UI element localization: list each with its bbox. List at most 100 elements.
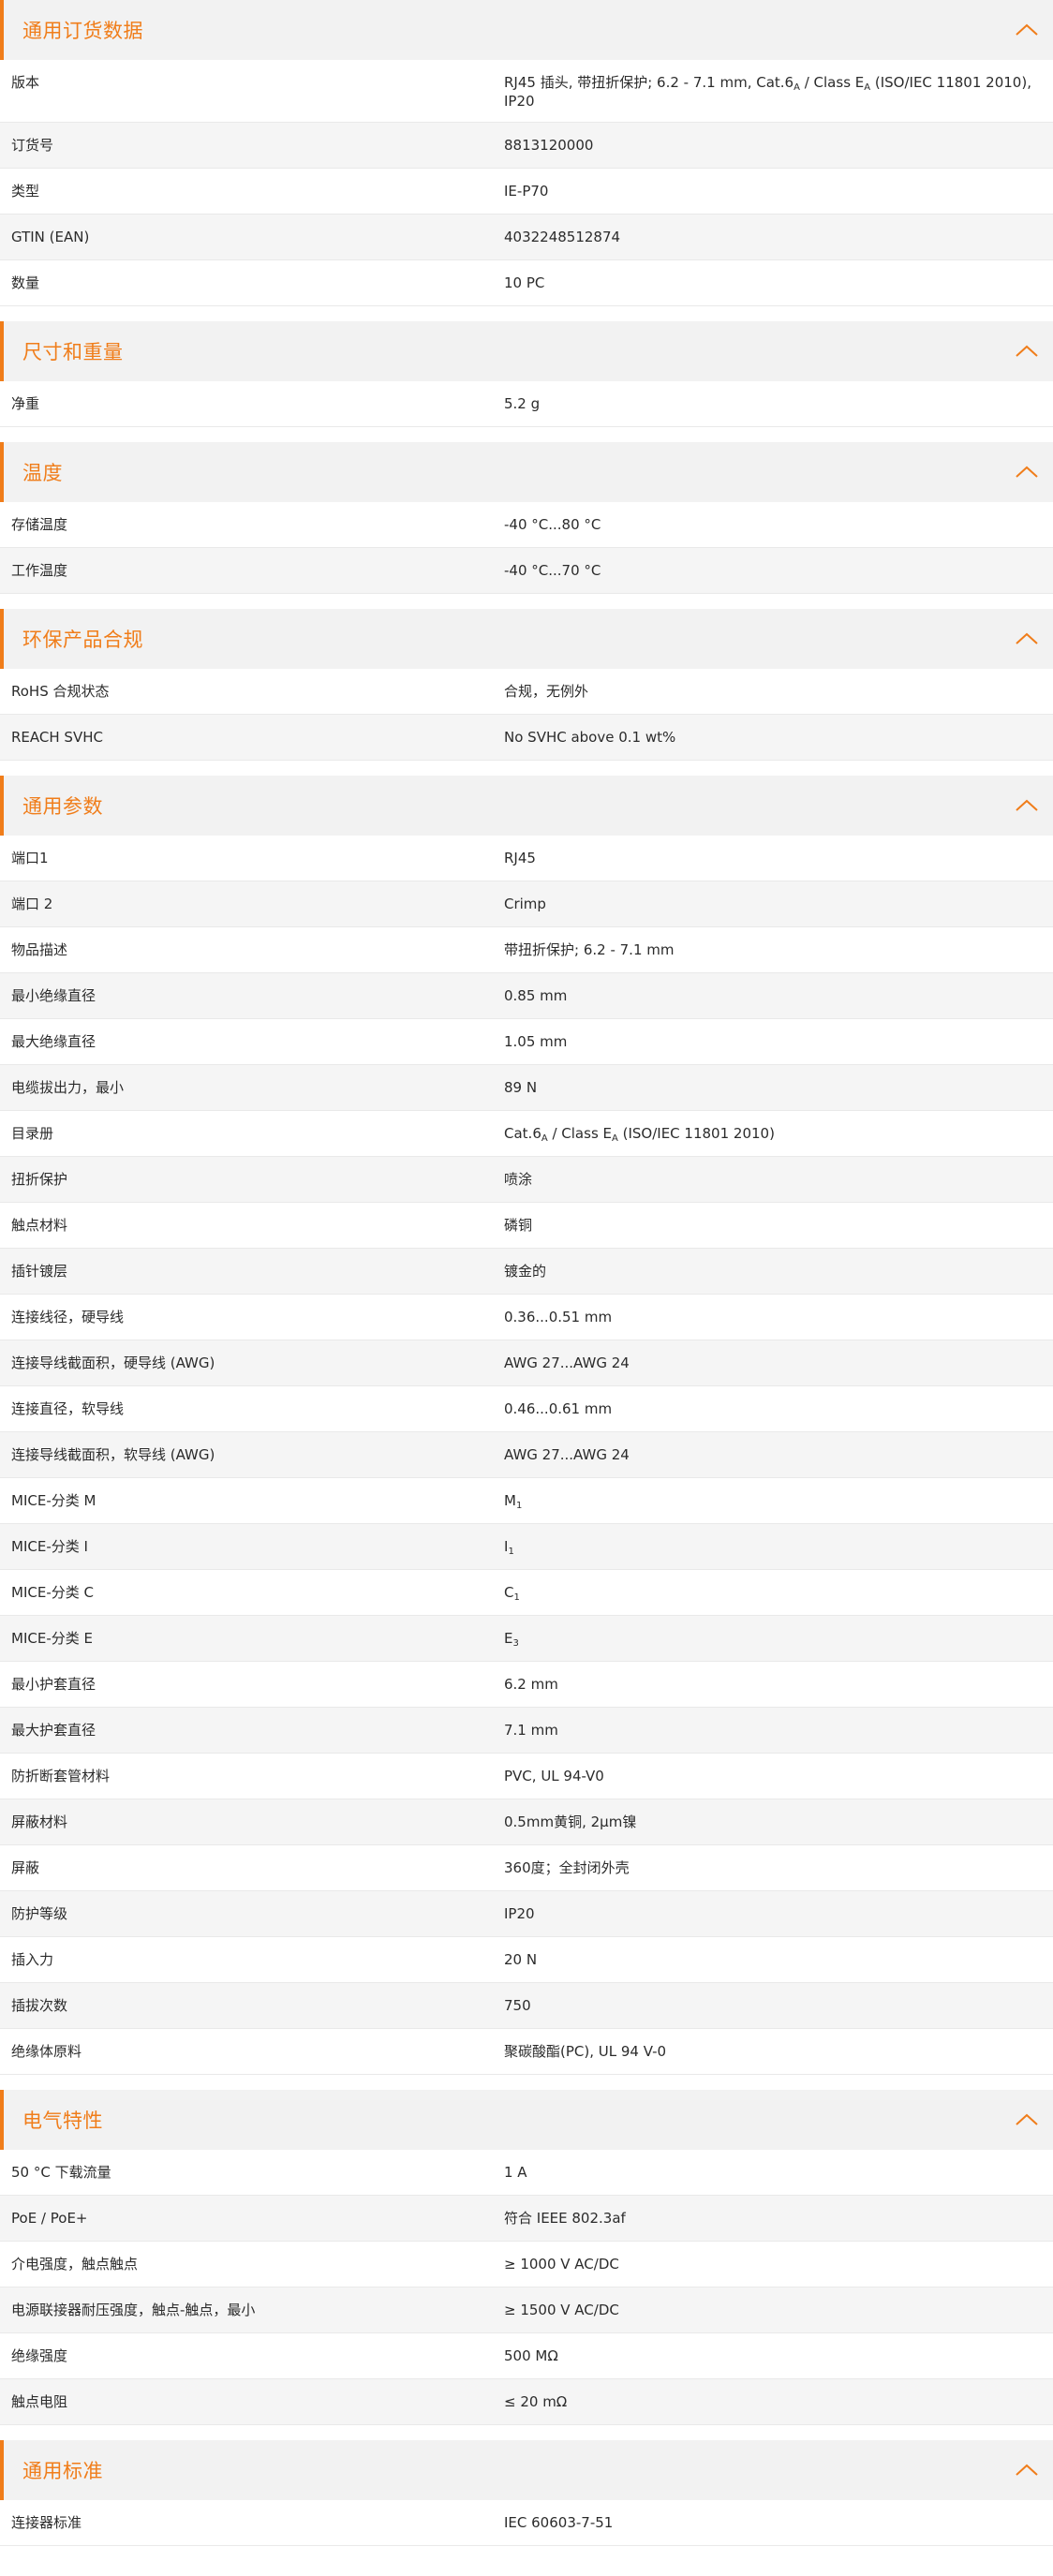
spec-label: 插拔次数	[11, 1997, 68, 2014]
value-text: AWG 27...AWG 24	[504, 1355, 630, 1371]
spec-value: -40 °C...80 °C	[504, 515, 1053, 534]
spec-section: 电气特性 50 °C 下载流量 1 A PoE / PoE+ 符合 IEEE 802.3…	[0, 2090, 1053, 2425]
value-text: 750	[504, 1997, 531, 2014]
value-text: 360度；全封闭外壳	[504, 1859, 630, 1876]
spec-row: 屏蔽材料 0.5mm黄铜, 2µm镍	[0, 1799, 1053, 1845]
section-header[interactable]: 环保产品合规	[0, 609, 1053, 669]
chevron-up-icon[interactable]	[1014, 2110, 1040, 2129]
value-subscript: A	[541, 1133, 548, 1144]
spec-label: 扭折保护	[11, 1171, 68, 1188]
chevron-up-icon[interactable]	[1014, 21, 1040, 39]
spec-row: 端口 2 Crimp	[0, 881, 1053, 927]
spec-value: 镀金的	[504, 1262, 1053, 1281]
value-subscript: 1	[515, 1501, 523, 1511]
spec-value: IE-P70	[504, 182, 1053, 200]
value-text: (ISO/IEC 11801 2010)	[617, 1125, 775, 1142]
value-text: IP20	[504, 1905, 535, 1922]
spec-label: 插入力	[11, 1951, 54, 1968]
spec-label: PoE / PoE+	[11, 2210, 88, 2227]
value-text: AWG 27...AWG 24	[504, 1446, 630, 1463]
section-header[interactable]: 通用标准	[0, 2440, 1053, 2500]
value-text: / Class E	[799, 74, 865, 91]
spec-row: 绝缘强度 500 MΩ	[0, 2333, 1053, 2379]
value-text: 7.1 mm	[504, 1722, 558, 1739]
chevron-up-icon[interactable]	[1014, 629, 1040, 648]
value-text: 8813120000	[504, 137, 594, 154]
value-text: 10 PC	[504, 274, 545, 291]
section-header[interactable]: 温度	[0, 442, 1053, 502]
value-text: 6.2 mm	[504, 1676, 558, 1693]
spec-label: 订货号	[11, 137, 54, 154]
spec-label: 50 °C 下载流量	[11, 2164, 111, 2181]
spec-value: 合规，无例外	[504, 682, 1053, 701]
spec-value: 360度；全封闭外壳	[504, 1858, 1053, 1877]
spec-value: M1	[504, 1491, 1053, 1511]
spec-value: RJ45	[504, 849, 1053, 867]
spec-table: 版本 RJ45 插头, 带扭折保护; 6.2 - 7.1 mm, Cat.6A /…	[0, 60, 1053, 306]
spec-value: 0.85 mm	[504, 986, 1053, 1005]
spec-row: MICE-分类 I I1	[0, 1524, 1053, 1570]
spec-value: 0.5mm黄铜, 2µm镍	[504, 1813, 1053, 1831]
spec-value: Crimp	[504, 895, 1053, 913]
spec-value: 20 N	[504, 1950, 1053, 1969]
spec-value: 89 N	[504, 1078, 1053, 1097]
chevron-up-icon[interactable]	[1014, 2461, 1040, 2480]
spec-table: 存储温度 -40 °C...80 °C 工作温度 -40 °C...70 °C	[0, 502, 1053, 594]
section-title: 通用订货数据	[22, 20, 143, 42]
section-header[interactable]: 通用参数	[0, 776, 1053, 836]
spec-label: MICE-分类 E	[11, 1630, 93, 1647]
spec-value: 7.1 mm	[504, 1721, 1053, 1740]
spec-label: 最大绝缘直径	[11, 1033, 96, 1050]
section-title: 通用参数	[22, 795, 103, 818]
value-text: 聚碳酸酯(PC), UL 94 V-0	[504, 2043, 667, 2060]
spec-label: 数量	[11, 274, 40, 291]
section-header[interactable]: 通用订货数据	[0, 0, 1053, 60]
spec-label: 端口1	[11, 850, 49, 866]
spec-value: Cat.6A / Class EA (ISO/IEC 11801 2010)	[504, 1124, 1053, 1144]
chevron-up-icon[interactable]	[1014, 342, 1040, 361]
value-text: Cat.6	[504, 1125, 541, 1142]
spec-row: PoE / PoE+ 符合 IEEE 802.3af	[0, 2196, 1053, 2242]
chevron-up-icon[interactable]	[1014, 463, 1040, 481]
spec-table: RoHS 合规状态 合规，无例外 REACH SVHC No SVHC above 0…	[0, 669, 1053, 761]
value-text: C	[504, 1584, 514, 1601]
value-text: 500 MΩ	[504, 2347, 558, 2364]
spec-value: 10 PC	[504, 274, 1053, 292]
spec-table: 净重 5.2 g	[0, 381, 1053, 427]
spec-row: 绝缘体原料 聚碳酸酯(PC), UL 94 V-0	[0, 2029, 1053, 2075]
spec-row: 插拔次数 750	[0, 1983, 1053, 2029]
spec-row: REACH SVHC No SVHC above 0.1 wt%	[0, 715, 1053, 761]
spec-value: 喷涂	[504, 1170, 1053, 1189]
spec-row: RoHS 合规状态 合规，无例外	[0, 669, 1053, 715]
section-header[interactable]: 电气特性	[0, 2090, 1053, 2150]
spec-label: 连接导线截面积，软导线 (AWG)	[11, 1446, 215, 1463]
value-text: ≥ 1000 V AC/DC	[504, 2256, 619, 2273]
spec-row: 连接线径，硬导线 0.36...0.51 mm	[0, 1295, 1053, 1340]
value-subscript: 3	[512, 1638, 519, 1649]
spec-value: 750	[504, 1996, 1053, 2015]
section-header[interactable]: 尺寸和重量	[0, 321, 1053, 381]
value-text: 1.05 mm	[504, 1033, 568, 1050]
spec-label: 连接线径，硬导线	[11, 1309, 125, 1325]
value-text: 1 A	[504, 2164, 527, 2181]
spec-value: 6.2 mm	[504, 1675, 1053, 1694]
spec-row: 物品描述 带扭折保护; 6.2 - 7.1 mm	[0, 927, 1053, 973]
value-text: 喷涂	[504, 1171, 533, 1188]
value-text: RJ45	[504, 850, 536, 866]
spec-label: 类型	[11, 183, 40, 200]
value-text: 合规，无例外	[504, 683, 589, 700]
value-text: M	[504, 1492, 516, 1509]
spec-label: MICE-分类 M	[11, 1492, 96, 1509]
spec-row: 工作温度 -40 °C...70 °C	[0, 548, 1053, 594]
spec-value: C1	[504, 1583, 1053, 1603]
spec-value: ≤ 20 mΩ	[504, 2392, 1053, 2411]
spec-value: 500 MΩ	[504, 2347, 1053, 2365]
spec-row: 净重 5.2 g	[0, 381, 1053, 427]
spec-label: 连接器标准	[11, 2514, 82, 2531]
spec-value: IP20	[504, 1904, 1053, 1923]
spec-section: 通用参数端口1 RJ45 端口 2 Crimp 物品描述 带扭折保护; 6.2 - 7.1…	[0, 776, 1053, 2075]
spec-row: 50 °C 下载流量 1 A	[0, 2150, 1053, 2196]
chevron-up-icon[interactable]	[1014, 796, 1040, 815]
value-text: RJ45 插头, 带扭折保护; 6.2 - 7.1 mm, Cat.6	[504, 74, 794, 91]
spec-row: 版本 RJ45 插头, 带扭折保护; 6.2 - 7.1 mm, Cat.6A /…	[0, 60, 1053, 123]
